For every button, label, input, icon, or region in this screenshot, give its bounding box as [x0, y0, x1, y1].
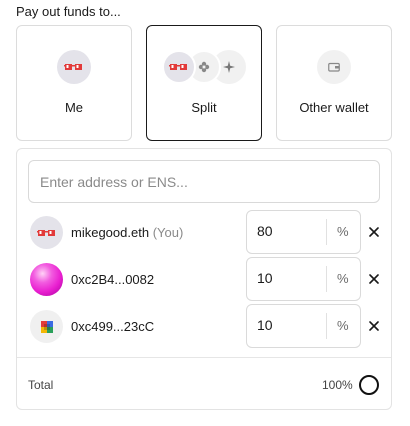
progress-ring-icon	[359, 375, 379, 395]
payout-heading: Pay out funds to...	[16, 4, 121, 19]
recipient-name-text: 0xc499...23cC	[71, 319, 155, 334]
split-panel: mikegood.eth (You) % 0xc2B4...0082 %	[16, 148, 392, 410]
total-divider	[17, 357, 391, 358]
sparkle-icon	[223, 61, 235, 73]
percent-unit: %	[337, 318, 349, 333]
me-avatar-group	[57, 50, 91, 84]
percent-field[interactable]: %	[246, 210, 361, 254]
percent-input[interactable]	[257, 317, 317, 333]
recipient-name-text: mikegood.eth	[71, 225, 150, 240]
percent-field[interactable]: %	[246, 257, 361, 301]
red-glasses-avatar	[57, 50, 91, 84]
percent-divider	[326, 266, 327, 292]
you-tag: (You)	[152, 225, 184, 240]
pink-sphere-avatar	[30, 263, 63, 296]
recipient-row: 0xc2B4...0082 %	[17, 257, 393, 301]
wallet-avatar	[317, 50, 351, 84]
recipient-name: 0xc2B4...0082	[71, 272, 154, 287]
option-other-wallet-label: Other wallet	[299, 100, 369, 115]
total-label: Total	[28, 378, 54, 392]
glasses-icon	[64, 64, 82, 70]
red-glasses-avatar	[162, 50, 196, 84]
percent-unit: %	[337, 271, 349, 286]
recipient-row: 0xc499...23cC %	[17, 304, 393, 348]
option-me-label: Me	[64, 100, 84, 115]
remove-recipient-button[interactable]	[365, 317, 383, 335]
pixel-blocks-icon	[40, 320, 53, 333]
address-input[interactable]	[28, 160, 380, 203]
glasses-icon	[36, 229, 55, 236]
recipient-name-text: 0xc2B4...0082	[71, 272, 155, 287]
wallet-avatar-group	[317, 50, 351, 84]
split-avatar-group	[162, 50, 246, 84]
percent-input[interactable]	[257, 270, 317, 286]
option-split-label: Split	[191, 100, 217, 115]
recipient-name: mikegood.eth (You)	[71, 225, 183, 240]
recipient-name: 0xc499...23cC	[71, 319, 154, 334]
percent-field[interactable]: %	[246, 304, 361, 348]
red-glasses-avatar	[30, 216, 63, 249]
option-other-wallet[interactable]: Other wallet	[276, 25, 392, 141]
pixel-blocks-avatar	[30, 310, 63, 343]
percent-unit: %	[337, 224, 349, 239]
close-icon	[369, 321, 379, 331]
recipient-row: mikegood.eth (You) %	[17, 210, 393, 254]
total-value: 100%	[322, 378, 353, 392]
wallet-icon	[328, 62, 340, 72]
percent-divider	[326, 313, 327, 339]
option-me[interactable]: Me	[16, 25, 132, 141]
percent-input[interactable]	[257, 223, 317, 239]
remove-recipient-button[interactable]	[365, 270, 383, 288]
flower-icon	[198, 61, 210, 73]
option-split[interactable]: Split	[146, 25, 262, 141]
percent-divider	[326, 219, 327, 245]
remove-recipient-button[interactable]	[365, 223, 383, 241]
close-icon	[369, 227, 379, 237]
close-icon	[369, 274, 379, 284]
glasses-icon	[169, 64, 187, 70]
